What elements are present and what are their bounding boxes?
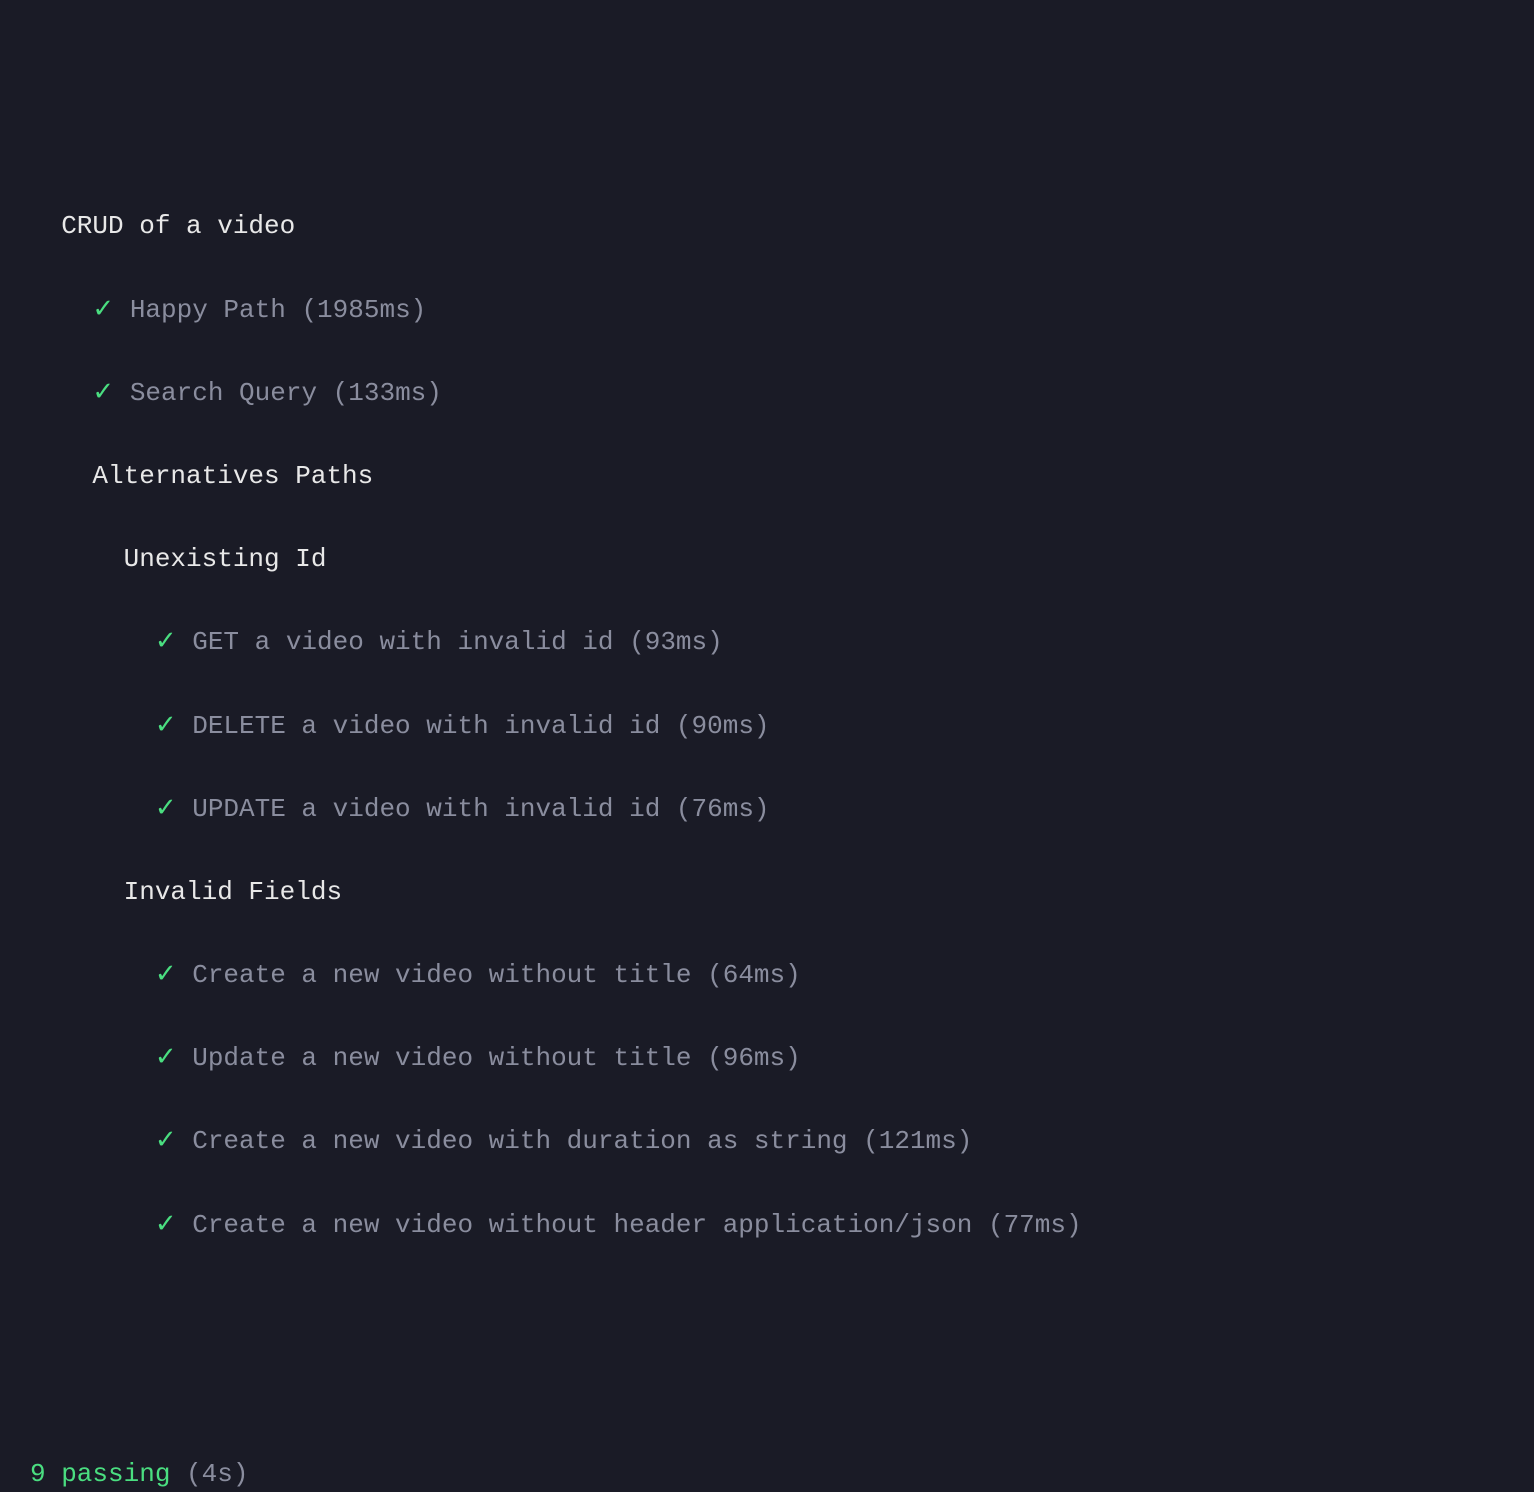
test-time: (1985ms)	[301, 295, 426, 325]
test-row: ✓ GET a video with invalid id (93ms)	[30, 622, 1504, 664]
test-time: (96ms)	[707, 1043, 801, 1073]
test-time: (76ms)	[676, 794, 770, 824]
suite-title-root: CRUD of a video	[30, 206, 1504, 248]
test-row: ✓ DELETE a video with invalid id (90ms)	[30, 706, 1504, 748]
test-name: Search Query	[130, 378, 317, 408]
checkmark-icon: ✓	[155, 711, 177, 741]
test-name: UPDATE a video with invalid id	[192, 794, 660, 824]
test-time: (93ms)	[629, 627, 723, 657]
checkmark-icon: ✓	[155, 794, 177, 824]
summary-passing: 9 passing	[30, 1459, 170, 1489]
test-name: DELETE a video with invalid id	[192, 711, 660, 741]
test-output: CRUD of a video ✓ Happy Path (1985ms) ✓ …	[30, 165, 1504, 1492]
test-row: ✓ UPDATE a video with invalid id (76ms)	[30, 789, 1504, 831]
test-row: ✓ Happy Path (1985ms)	[30, 290, 1504, 332]
test-time: (90ms)	[676, 711, 770, 741]
checkmark-icon: ✓	[92, 378, 114, 408]
blank-line	[30, 1371, 1504, 1413]
test-name: Happy Path	[130, 295, 286, 325]
blank-line	[30, 1288, 1504, 1330]
checkmark-icon: ✓	[155, 960, 177, 990]
checkmark-icon: ✓	[92, 295, 114, 325]
test-time: (64ms)	[707, 960, 801, 990]
test-name: GET a video with invalid id	[192, 627, 613, 657]
test-row: ✓ Create a new video without header appl…	[30, 1205, 1504, 1247]
checkmark-icon: ✓	[155, 1210, 177, 1240]
summary-time: (4s)	[186, 1459, 248, 1489]
suite-title: Invalid Fields	[30, 872, 1504, 914]
suite-title: Alternatives Paths	[30, 456, 1504, 498]
test-row: ✓ Update a new video without title (96ms…	[30, 1038, 1504, 1080]
test-name: Create a new video without title	[192, 960, 691, 990]
test-row: ✓ Search Query (133ms)	[30, 373, 1504, 415]
test-row: ✓ Create a new video with duration as st…	[30, 1121, 1504, 1163]
test-name: Create a new video with duration as stri…	[192, 1126, 847, 1156]
summary-line: 9 passing (4s)	[30, 1454, 1504, 1492]
suite-title: Unexisting Id	[30, 539, 1504, 581]
test-time: (121ms)	[863, 1126, 972, 1156]
test-name: Create a new video without header applic…	[192, 1210, 972, 1240]
checkmark-icon: ✓	[155, 1043, 177, 1073]
checkmark-icon: ✓	[155, 1126, 177, 1156]
test-time: (133ms)	[333, 378, 442, 408]
test-row: ✓ Create a new video without title (64ms…	[30, 955, 1504, 997]
test-name: Update a new video without title	[192, 1043, 691, 1073]
test-time: (77ms)	[988, 1210, 1082, 1240]
checkmark-icon: ✓	[155, 627, 177, 657]
